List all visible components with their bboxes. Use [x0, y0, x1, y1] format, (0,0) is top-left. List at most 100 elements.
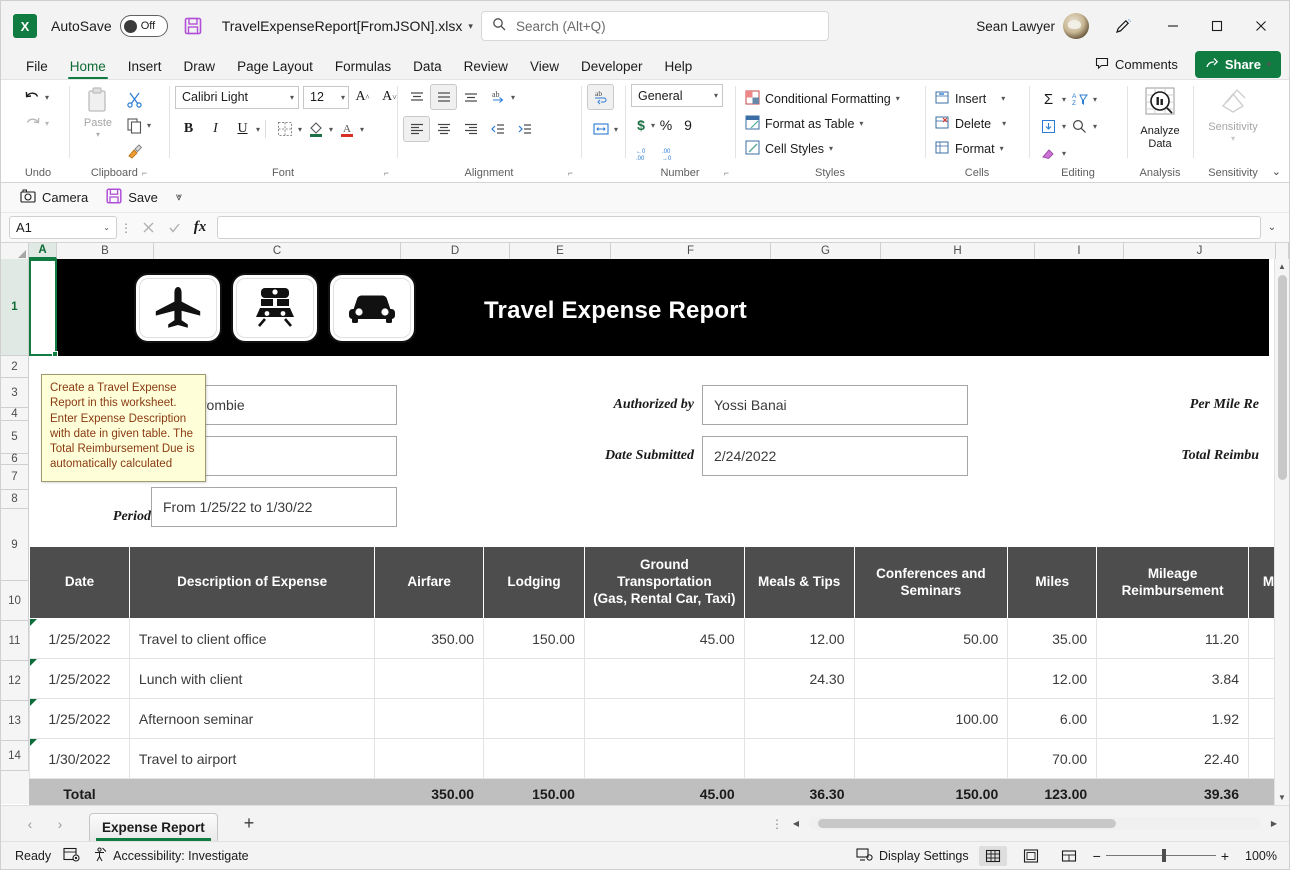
tab-developer[interactable]: Developer — [570, 57, 654, 79]
tab-view[interactable]: View — [519, 57, 570, 79]
col-header-conferences[interactable]: Conferences and Seminars — [853, 546, 1009, 619]
percent-style-button[interactable]: % — [655, 112, 677, 138]
date-submitted-field[interactable]: 2/24/2022 — [702, 436, 968, 476]
share-chevron-down-icon[interactable]: ▾ — [1267, 60, 1271, 69]
row-header-13[interactable]: 13 — [1, 701, 29, 741]
font-size-chevron-down-icon[interactable]: ▾ — [341, 93, 345, 102]
cell-conferences[interactable]: 100.00 — [853, 698, 1009, 739]
table-row[interactable]: 1/30/2022 Travel to airport 70.00 22.40 — [29, 738, 1289, 779]
col-header-description[interactable]: Description of Expense — [128, 546, 376, 619]
accessibility-status[interactable]: Accessibility: Investigate — [92, 846, 249, 865]
column-header-k[interactable] — [1276, 243, 1289, 259]
format-as-table-chevron-down-icon[interactable]: ▾ — [859, 119, 863, 128]
align-middle-button[interactable] — [430, 84, 457, 110]
cell-airfare[interactable] — [374, 658, 485, 699]
selected-cell-a1[interactable] — [29, 259, 58, 357]
cell-description[interactable]: Travel to airport — [128, 738, 376, 779]
cell-date[interactable]: 1/25/2022 — [29, 698, 130, 739]
tab-insert[interactable]: Insert — [117, 57, 173, 79]
cell-description[interactable]: Afternoon seminar — [128, 698, 376, 739]
name-box[interactable]: A1 ⌄ — [9, 216, 117, 239]
col-header-meals-tips[interactable]: Meals & Tips — [743, 546, 855, 619]
format-painter-icon[interactable] — [121, 138, 147, 164]
name-box-chevron-down-icon[interactable]: ⌄ — [103, 223, 110, 232]
undo-chevron-down-icon[interactable]: ▾ — [45, 93, 49, 102]
period-field[interactable]: From 1/25/22 to 1/30/22 — [151, 487, 397, 527]
wrap-text-button[interactable]: ab — [587, 84, 614, 110]
row-header-14[interactable]: 14 — [1, 741, 29, 771]
column-header-e[interactable]: E — [510, 243, 611, 259]
share-button[interactable]: Share ▾ — [1194, 51, 1281, 78]
orientation-chevron-down-icon[interactable]: ▾ — [511, 93, 515, 102]
decrease-indent-button[interactable] — [484, 116, 511, 142]
align-center-button[interactable] — [430, 116, 457, 142]
font-color-chevron-down-icon[interactable]: ▾ — [360, 125, 364, 134]
file-name[interactable]: TravelExpenseReport[FromJSON].xlsx — [222, 18, 463, 34]
align-left-button[interactable] — [403, 116, 430, 142]
decrease-decimal-button[interactable]: .00 →0 — [657, 140, 683, 166]
cut-icon[interactable] — [121, 86, 147, 112]
cell-date[interactable]: 1/30/2022 — [29, 738, 130, 779]
redo-button[interactable] — [19, 110, 45, 136]
fill-handle[interactable] — [52, 351, 58, 357]
copy-chevron-down-icon[interactable]: ▾ — [147, 121, 151, 130]
cell-airfare[interactable]: 350.00 — [374, 618, 485, 659]
table-row[interactable]: 1/25/2022 Travel to client office 350.00… — [29, 618, 1289, 659]
column-header-a[interactable]: A — [29, 243, 57, 259]
conditional-formatting-chevron-down-icon[interactable]: ▾ — [896, 94, 900, 103]
zoom-thumb[interactable] — [1161, 849, 1166, 862]
delete-cells-button[interactable]: Delete ▾ — [931, 111, 1010, 136]
row-header-3[interactable]: 3 — [1, 378, 29, 408]
italic-button[interactable]: I — [202, 116, 229, 142]
formula-bar-more-icon[interactable]: ⋮ — [117, 221, 135, 235]
clipboard-dialog-launcher[interactable]: ⌐ — [142, 168, 147, 178]
row-header-11[interactable]: 11 — [1, 621, 29, 661]
scroll-left-arrow-icon[interactable]: ◀ — [789, 819, 803, 828]
display-settings-button[interactable]: Display Settings — [856, 847, 969, 865]
vertical-scrollbar[interactable]: ▲ ▼ — [1274, 259, 1289, 805]
tab-draw[interactable]: Draw — [173, 57, 227, 79]
find-and-select-button[interactable] — [1066, 114, 1093, 140]
minimize-button[interactable] — [1151, 6, 1195, 46]
table-row[interactable]: 1/25/2022 Lunch with client 24.30 12.00 … — [29, 658, 1289, 699]
column-header-f[interactable]: F — [611, 243, 771, 259]
cell-meals[interactable]: 24.30 — [743, 658, 855, 699]
font-size-select[interactable]: 12 ▾ — [303, 85, 349, 109]
sheet-canvas[interactable]: Travel Expense Report mbercrombie Period… — [29, 259, 1289, 805]
cell-styles-button[interactable]: Cell Styles ▾ — [741, 136, 837, 161]
scroll-up-arrow-icon[interactable]: ▲ — [1275, 259, 1290, 274]
insert-cells-button[interactable]: Insert ▾ — [931, 86, 1009, 111]
cell-lodging[interactable]: 150.00 — [483, 618, 585, 659]
cell-mileage-reimbursement[interactable]: 3.84 — [1096, 658, 1249, 699]
zoom-track[interactable] — [1105, 849, 1216, 862]
close-button[interactable] — [1239, 6, 1283, 46]
font-dialog-launcher[interactable]: ⌐ — [384, 168, 389, 178]
column-header-i[interactable]: I — [1035, 243, 1124, 259]
cell-meals[interactable] — [743, 738, 855, 779]
sort-and-filter-button[interactable]: AZ — [1066, 87, 1093, 113]
increase-indent-button[interactable] — [511, 116, 538, 142]
increase-font-size-button[interactable]: A ^ — [349, 84, 376, 110]
format-chevron-down-icon[interactable]: ▾ — [1000, 144, 1004, 153]
insert-function-button[interactable]: fx — [187, 216, 213, 239]
orientation-button[interactable]: ab — [484, 84, 511, 110]
ribbon-collapse-chevron-down-icon[interactable]: ⌄ — [1272, 165, 1281, 178]
cell-conferences[interactable] — [853, 658, 1009, 699]
tab-home[interactable]: Home — [59, 57, 117, 79]
cell-airfare[interactable] — [374, 698, 485, 739]
format-as-table-button[interactable]: Format as Table ▾ — [741, 111, 867, 136]
tab-page-layout[interactable]: Page Layout — [226, 57, 324, 79]
col-header-airfare[interactable]: Airfare — [374, 546, 485, 619]
row-header-1[interactable]: 1 — [1, 259, 29, 356]
cell-lodging[interactable] — [483, 698, 585, 739]
cell-airfare[interactable] — [374, 738, 485, 779]
table-total-row[interactable]: Total 350.00 150.00 45.00 36.30 150.00 1… — [29, 778, 1289, 805]
cell-ground[interactable]: 45.00 — [583, 618, 745, 659]
formula-input[interactable] — [217, 216, 1261, 239]
cell-date[interactable]: 1/25/2022 — [29, 618, 130, 659]
bold-button[interactable]: B — [175, 116, 202, 142]
zoom-slider[interactable]: − + — [1093, 848, 1229, 864]
conditional-formatting-button[interactable]: Conditional Formatting ▾ — [741, 86, 904, 111]
comments-button[interactable]: Comments — [1083, 51, 1189, 78]
row-header-7[interactable]: 7 — [1, 465, 29, 490]
